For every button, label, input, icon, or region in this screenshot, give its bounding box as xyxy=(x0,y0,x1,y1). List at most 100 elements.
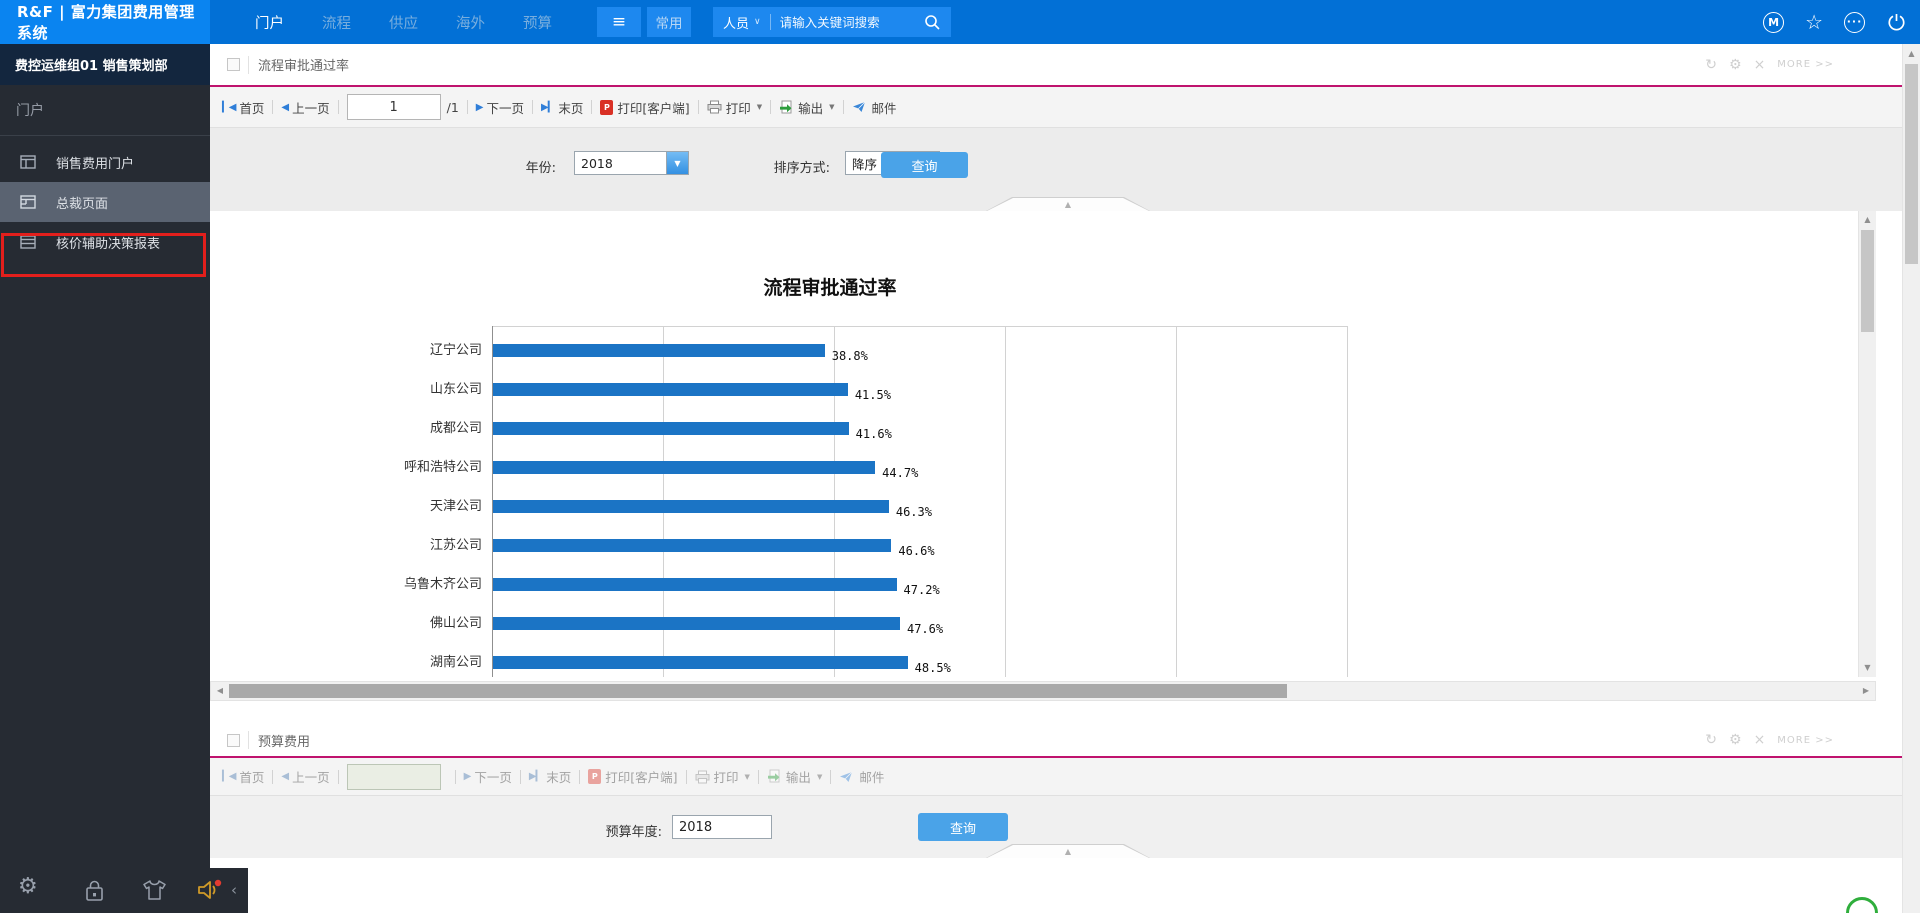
more-link[interactable]: MORE >> xyxy=(1777,59,1834,70)
mail-button[interactable]: 邮件 xyxy=(852,98,897,117)
nav-item-4[interactable]: 预算 xyxy=(504,0,571,44)
refresh-icon[interactable]: ↻ xyxy=(1705,58,1717,72)
app-logo: R&F | 富力集团费用管理系统 xyxy=(0,0,210,44)
global-search: 人员 ∨ xyxy=(713,7,951,37)
nav-item-2[interactable]: 供应 xyxy=(370,0,437,44)
last-page-button[interactable]: ▶▎ 末页 xyxy=(541,98,583,117)
prev-page-button[interactable]: ◀ 上一页 xyxy=(281,98,329,117)
pdf-print-icon: P xyxy=(600,99,614,115)
sidebar-item-0[interactable]: 销售费用门户 xyxy=(0,142,210,182)
panel-settings-gear-icon[interactable]: ⚙ xyxy=(1729,58,1742,72)
theme-tshirt-icon[interactable] xyxy=(142,879,167,905)
export-button[interactable]: 输出 ▼ xyxy=(779,98,835,117)
announcement-speaker-icon[interactable] xyxy=(196,877,224,907)
toolbar-divider xyxy=(685,769,687,784)
panel-checkbox-icon[interactable] xyxy=(227,733,240,747)
bar-value-label: 38.8% xyxy=(831,349,868,363)
close-icon[interactable]: × xyxy=(1754,733,1766,747)
close-icon[interactable]: × xyxy=(1754,58,1766,72)
gridline-80 xyxy=(1176,326,1177,677)
more-options-icon[interactable]: ··· xyxy=(1844,11,1865,33)
service-badge-icon[interactable] xyxy=(1846,897,1878,913)
print-button[interactable]: 打印 ▼ xyxy=(695,767,750,786)
page-number-input[interactable] xyxy=(346,763,441,790)
first-page-button[interactable]: ▎◀ 首页 xyxy=(222,767,264,786)
hamburger-menu-button[interactable]: ≡ xyxy=(597,7,641,37)
message-badge-icon[interactable]: M xyxy=(1763,11,1785,33)
favorite-star-icon[interactable]: ☆ xyxy=(1805,12,1823,32)
category-label: 佛山公司 xyxy=(429,616,482,631)
caret-down-icon: ▼ xyxy=(829,103,835,111)
page-number-input[interactable] xyxy=(346,94,441,120)
divider xyxy=(248,55,249,74)
gridline-100 xyxy=(1347,326,1348,677)
panel2-title: 预算费用 xyxy=(258,734,311,750)
printer-icon xyxy=(695,770,710,784)
panel2-filter-bar: 预算年度: 查询 ▲ xyxy=(210,796,1902,858)
collapse-chevron-icon[interactable]: ‹ xyxy=(231,881,237,899)
chart-vertical-scrollbar[interactable]: ▲ ▼ xyxy=(1858,211,1876,677)
category-label: 乌鲁木齐公司 xyxy=(403,577,482,592)
collapse-up-arrow-icon: ▲ xyxy=(1064,846,1072,856)
caret-down-icon: ▼ xyxy=(756,103,763,111)
power-logout-icon[interactable] xyxy=(1886,12,1907,33)
filter-collapse-tab[interactable]: ▲ xyxy=(986,844,1150,858)
last-page-button[interactable]: ▶▎ 末页 xyxy=(529,767,571,786)
select-dropdown-button[interactable]: ▼ xyxy=(666,152,688,174)
next-page-button[interactable]: ▶ 下一页 xyxy=(476,98,524,117)
sidebar-item-label: 核价辅助决策报表 xyxy=(56,236,161,252)
bar-value-label: 46.6% xyxy=(898,544,935,558)
scroll-down-arrow[interactable]: ▼ xyxy=(1859,660,1876,676)
export-button[interactable]: 输出 ▼ xyxy=(767,767,822,786)
budget-year-input[interactable] xyxy=(672,815,772,839)
mail-button[interactable]: 邮件 xyxy=(839,767,884,786)
year-filter-label: 年份: xyxy=(525,161,556,176)
refresh-icon[interactable]: ↻ xyxy=(1705,733,1717,747)
divider xyxy=(769,14,771,30)
query-button-panel2[interactable]: 查询 xyxy=(918,813,1008,841)
hamburger-icon: ≡ xyxy=(611,12,627,32)
settings-gear-icon[interactable]: ⚙ xyxy=(18,876,38,898)
sidebar-section-portal: 门户 xyxy=(0,85,210,136)
year-select[interactable]: 2018 ▼ xyxy=(574,151,689,175)
export-icon xyxy=(767,769,782,784)
print-client-button[interactable]: P 打印[客户端] xyxy=(588,767,678,786)
nav-item-0[interactable]: 门户 xyxy=(236,0,303,44)
collapse-up-arrow-icon: ▲ xyxy=(1064,199,1072,209)
next-page-icon: ▶ xyxy=(475,101,484,113)
panel-settings-gear-icon[interactable]: ⚙ xyxy=(1729,733,1742,747)
prev-page-button[interactable]: ◀ 上一页 xyxy=(281,767,329,786)
nav-item-3[interactable]: 海外 xyxy=(437,0,504,44)
lock-icon[interactable] xyxy=(84,879,105,906)
print-client-button[interactable]: P 打印[客户端] xyxy=(600,98,690,117)
window-vertical-scrollbar[interactable]: ▲ xyxy=(1902,44,1920,913)
quick-access-button[interactable]: 常用 xyxy=(647,7,691,37)
print-button[interactable]: 打印 ▼ xyxy=(707,98,762,117)
portal-window-icon xyxy=(20,155,36,169)
scroll-right-arrow[interactable]: ▶ xyxy=(1857,682,1875,700)
scroll-up-arrow[interactable]: ▲ xyxy=(1859,212,1876,228)
sidebar-item-1[interactable]: 总裁页面 xyxy=(0,182,210,222)
search-scope-dropdown[interactable]: 人员 ∨ xyxy=(723,13,761,32)
query-button-panel1[interactable]: 查询 xyxy=(881,152,968,178)
next-page-button[interactable]: ▶ 下一页 xyxy=(464,767,512,786)
chart-horizontal-scrollbar[interactable]: ◀ ▶ xyxy=(210,681,1876,701)
scrollbar-thumb[interactable] xyxy=(229,684,1287,698)
scrollbar-thumb[interactable] xyxy=(1905,64,1918,264)
sidebar-item-2[interactable]: 核价辅助决策报表 xyxy=(0,222,210,262)
scroll-left-arrow[interactable]: ◀ xyxy=(211,682,229,700)
topbar-icon-group: M ☆ ··· xyxy=(1763,0,1920,44)
search-input[interactable] xyxy=(779,14,924,30)
scrollbar-thumb[interactable] xyxy=(1861,230,1874,332)
toolbar-divider xyxy=(842,100,844,114)
first-page-button[interactable]: ▎◀ 首页 xyxy=(222,98,264,117)
nav-item-1[interactable]: 流程 xyxy=(303,0,370,44)
chart-bar xyxy=(493,500,889,513)
scroll-up-arrow[interactable]: ▲ xyxy=(1903,46,1920,62)
page-total-label: /1 xyxy=(446,99,459,115)
search-icon[interactable] xyxy=(924,14,941,31)
filter-collapse-tab[interactable]: ▲ xyxy=(986,197,1150,211)
more-link[interactable]: MORE >> xyxy=(1777,735,1834,746)
panel-checkbox-icon[interactable] xyxy=(227,58,240,71)
category-label: 辽宁公司 xyxy=(429,343,482,358)
